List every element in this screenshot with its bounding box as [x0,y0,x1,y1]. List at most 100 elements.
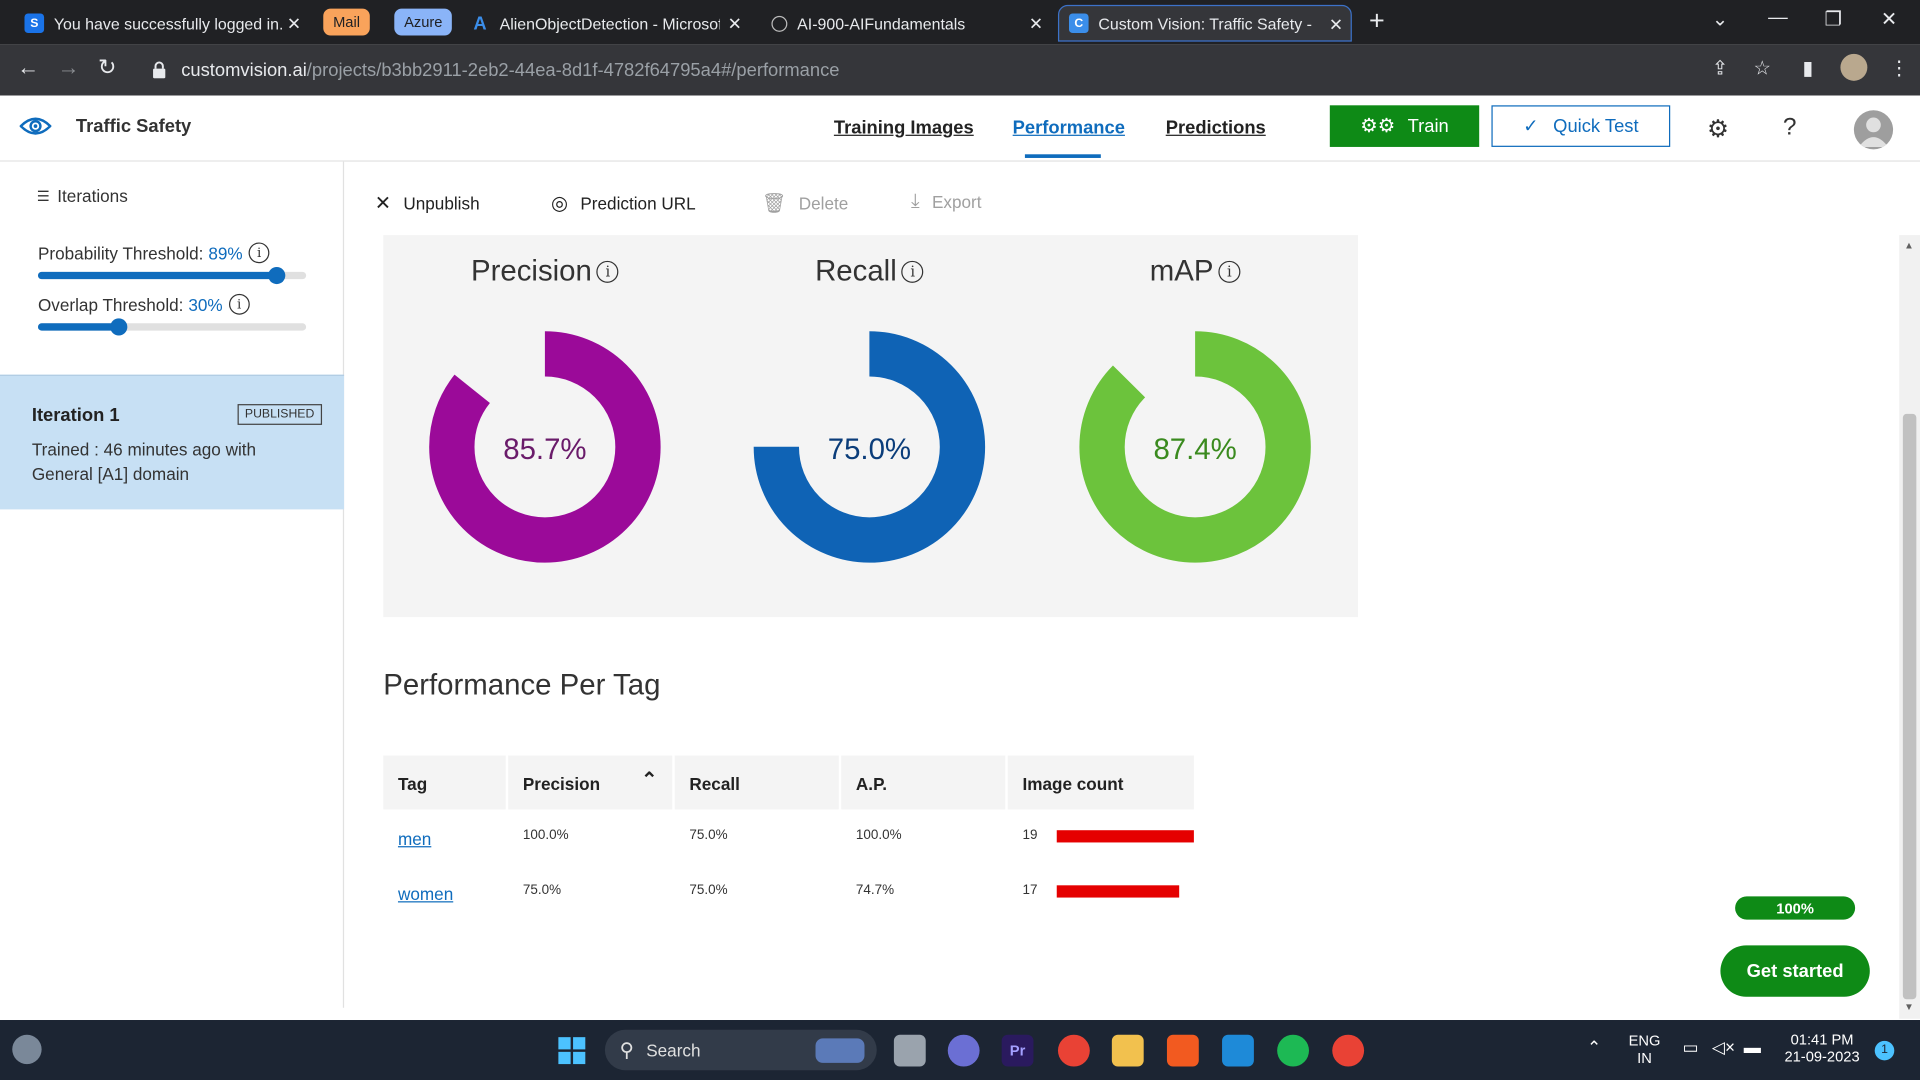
trash-icon: 🗑 [761,193,787,215]
clock[interactable]: 01:41 PM 21-09-2023 [1778,1031,1866,1065]
task-view-icon[interactable] [893,1034,926,1067]
gears-icon: ⚙⚙ [1360,116,1396,138]
tab-training-images[interactable]: Training Images [834,118,974,139]
search-highlight-icon [815,1037,865,1063]
column-header-tag[interactable]: Tag [383,755,506,810]
tab-group-azure[interactable]: Azure [394,8,453,36]
chrome-icon[interactable] [1057,1034,1090,1067]
page-scrollbar[interactable]: ▲ ▼ [1899,235,1920,1019]
metric-title-text: mAP [1149,254,1214,288]
sort-ascending-icon[interactable]: ⌃ [641,768,657,792]
overlap-threshold-slider[interactable] [37,318,307,336]
unpublish-button[interactable]: ✕ Unpublish [375,191,480,215]
search-icon: ⚲ [619,1040,634,1062]
column-header-ap[interactable]: A.P. [841,755,1006,810]
probability-threshold-slider[interactable] [37,266,307,285]
app-header: Traffic Safety Training Images Performan… [0,95,1920,162]
info-icon[interactable]: i [228,293,250,315]
column-header-image-count[interactable]: Image count [1007,755,1194,810]
globe-icon: ◎ [551,193,569,215]
get-started-button[interactable]: Get started [1720,945,1870,997]
info-icon[interactable]: i [1218,260,1241,283]
region-label: IN [1637,1049,1652,1067]
url-path: /projects/b3bb2911-2eb2-44ea-8d1f-4782f6… [306,59,840,81]
tab-performance[interactable]: Performance [1013,118,1125,139]
browser-tab[interactable]: S You have successfully logged in. ✕ [15,5,309,42]
slider-handle[interactable] [268,266,286,285]
url-field[interactable]: customvision.ai /projects/b3bb2911-2eb2-… [135,51,1690,88]
brave-icon[interactable] [1166,1034,1199,1067]
premiere-icon[interactable]: Pr [1001,1034,1034,1067]
volume-muted-icon[interactable]: ◁× [1712,1037,1735,1058]
close-tab-icon[interactable]: ✕ [728,13,742,34]
taskbar-search[interactable]: ⚲ Search [604,1029,877,1071]
menu-kebab-icon[interactable]: ⋮ [1889,56,1909,80]
column-header-recall[interactable]: Recall [674,755,839,810]
close-tab-icon[interactable]: ✕ [287,13,301,34]
vscode-icon[interactable] [1222,1034,1254,1067]
close-tab-icon[interactable]: ✕ [1329,15,1343,36]
minimize-icon[interactable]: — [1768,7,1788,29]
tab-search-icon[interactable]: ⌄ [1712,7,1728,31]
eye-logo-icon[interactable] [19,114,52,138]
info-icon[interactable]: i [248,242,270,264]
person-icon [1858,117,1889,147]
x-icon: ✕ [374,193,392,215]
settings-gear-icon[interactable]: ⚙ [1707,114,1729,145]
bookmark-star-icon[interactable]: ☆ [1753,56,1771,80]
browser-tab[interactable]: AI-900-AIFundamentals ✕ [762,5,1051,42]
info-icon[interactable]: i [596,260,619,283]
network-icon[interactable]: ▭ [1682,1037,1698,1058]
delete-button[interactable]: 🗑 Delete [762,191,849,215]
iteration-card[interactable]: Iteration 1 PUBLISHED Trained : 46 minut… [0,374,345,510]
train-label: Train [1407,115,1449,137]
iteration-description: Trained : 46 minutes ago with General [A… [31,439,257,484]
prediction-url-label: Prediction URL [580,193,696,214]
tab-predictions[interactable]: Predictions [1166,118,1266,139]
forward-icon[interactable]: → [58,55,80,81]
share-icon[interactable]: ⇪ [1712,56,1728,80]
image-count-cell: 19 [1022,827,1038,843]
user-avatar[interactable] [1853,110,1894,150]
profile-avatar-icon[interactable] [1840,53,1868,81]
export-button[interactable]: ⤓ Export [911,191,981,213]
new-tab-icon[interactable]: + [1369,5,1385,37]
notification-badge[interactable]: 1 [1874,1040,1895,1061]
chat-icon[interactable] [947,1034,980,1067]
file-explorer-icon[interactable] [1111,1034,1144,1067]
language-indicator[interactable]: ENG IN [1629,1032,1661,1066]
battery-icon[interactable]: ▬ [1744,1037,1761,1057]
progress-pill: 100% [1735,896,1856,920]
train-button[interactable]: ⚙⚙ Train [1329,105,1480,147]
weather-icon[interactable] [12,1034,42,1065]
spotify-icon[interactable] [1277,1034,1309,1067]
sidepanel-icon[interactable]: ▮ [1802,56,1813,80]
metric-title-text: Recall [815,254,897,288]
scroll-up-icon[interactable]: ▲ [1904,240,1914,251]
language-label: ENG [1628,1032,1661,1050]
help-icon[interactable]: ? [1783,114,1797,142]
tab-title: You have successfully logged in. [53,14,284,33]
active-tab-indicator [1024,154,1101,158]
tag-link-men[interactable]: men [398,829,431,849]
scroll-down-icon[interactable]: ▼ [1904,1002,1914,1013]
quick-test-button[interactable]: ✓ Quick Test [1491,105,1671,147]
close-window-icon[interactable]: ✕ [1881,7,1897,31]
prediction-url-button[interactable]: ◎ Prediction URL [551,191,696,215]
windows-start-icon[interactable] [556,1035,588,1067]
tag-link-women[interactable]: women [398,884,453,904]
slider-handle[interactable] [109,318,127,336]
show-hidden-icons-icon[interactable]: ⌃ [1587,1037,1601,1058]
recall-cell: 75.0% [689,827,728,843]
restore-icon[interactable]: ❐ [1825,7,1843,31]
browser-tab[interactable]: A AlienObjectDetection - Microsoft ✕ [460,5,749,42]
back-icon[interactable]: ← [17,55,39,81]
scrollbar-thumb[interactable] [1902,413,1917,1000]
reload-icon[interactable]: ↻ [98,55,116,81]
chrome-profile-icon[interactable] [1332,1034,1365,1067]
info-icon[interactable]: i [901,260,924,283]
column-header-precision[interactable]: Precision ⌃ [508,755,673,810]
close-tab-icon[interactable]: ✕ [1029,13,1043,34]
browser-tab-active[interactable]: C Custom Vision: Traffic Safety - Pe ✕ [1057,4,1352,42]
tab-group-mail[interactable]: Mail [323,8,370,36]
